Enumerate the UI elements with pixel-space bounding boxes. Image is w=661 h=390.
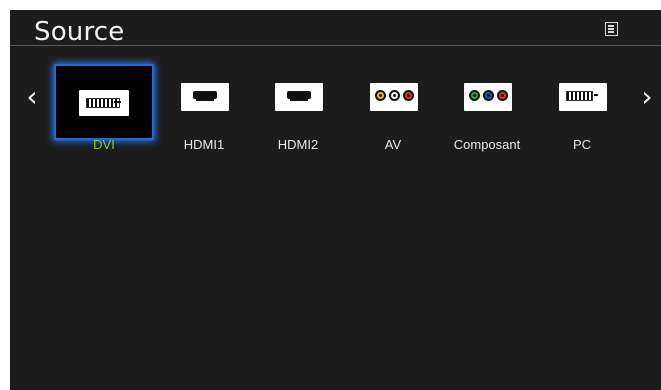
component-green-icon [469, 90, 480, 101]
source-item-hdmi2[interactable]: HDMI2 [253, 68, 343, 168]
dvi-pins-icon [86, 98, 120, 108]
pc-port-icon [559, 83, 607, 111]
header-divider [10, 45, 661, 46]
source-label-av: AV [384, 137, 402, 152]
source-item-av[interactable]: AV [348, 68, 438, 168]
source-item-hdmi1[interactable]: HDMI1 [159, 68, 249, 168]
pc-pins-icon [566, 91, 593, 101]
dvi-blade-icon [114, 101, 121, 103]
component-port-icon [464, 83, 512, 111]
dvi-port-icon [79, 90, 129, 116]
source-tile-composant [450, 68, 524, 126]
hdmi-connector-icon [193, 91, 217, 101]
source-tile-dvi [56, 66, 152, 138]
component-red-icon [497, 90, 508, 101]
source-tile-av [356, 68, 430, 126]
page-title: Source [34, 17, 125, 47]
hdmi-connector-icon [287, 91, 311, 101]
av-yellow-icon [375, 90, 386, 101]
right-arrow-icon[interactable]: › [637, 82, 657, 112]
source-item-composant[interactable]: Composant [442, 68, 532, 168]
source-label-composant: Composant [453, 137, 521, 152]
av-white-icon [389, 90, 400, 101]
source-tile-hdmi1 [167, 68, 241, 126]
component-blue-icon [483, 90, 494, 101]
hdmi-port-icon [275, 83, 323, 111]
av-port-icon [370, 83, 418, 111]
source-item-dvi[interactable]: DVI [56, 66, 152, 168]
source-tile-hdmi2 [261, 68, 335, 126]
source-label-pc: PC [572, 137, 592, 152]
source-tile-pc [545, 68, 619, 126]
source-label-hdmi1: HDMI1 [183, 137, 225, 152]
hdmi-port-icon [181, 83, 229, 111]
left-arrow-icon[interactable]: ‹ [22, 82, 42, 112]
source-screen: Source ‹ › DVI HDMI1 HDMI2 AV Composant … [0, 0, 661, 390]
pc-blade-icon [594, 94, 598, 96]
av-red-icon [403, 90, 414, 101]
source-label-dvi: DVI [93, 137, 115, 152]
menu-icon[interactable] [605, 22, 618, 36]
source-panel: Source ‹ › DVI HDMI1 HDMI2 AV Composant … [10, 10, 661, 390]
source-item-pc[interactable]: PC [537, 68, 627, 168]
source-label-hdmi2: HDMI2 [277, 137, 319, 152]
